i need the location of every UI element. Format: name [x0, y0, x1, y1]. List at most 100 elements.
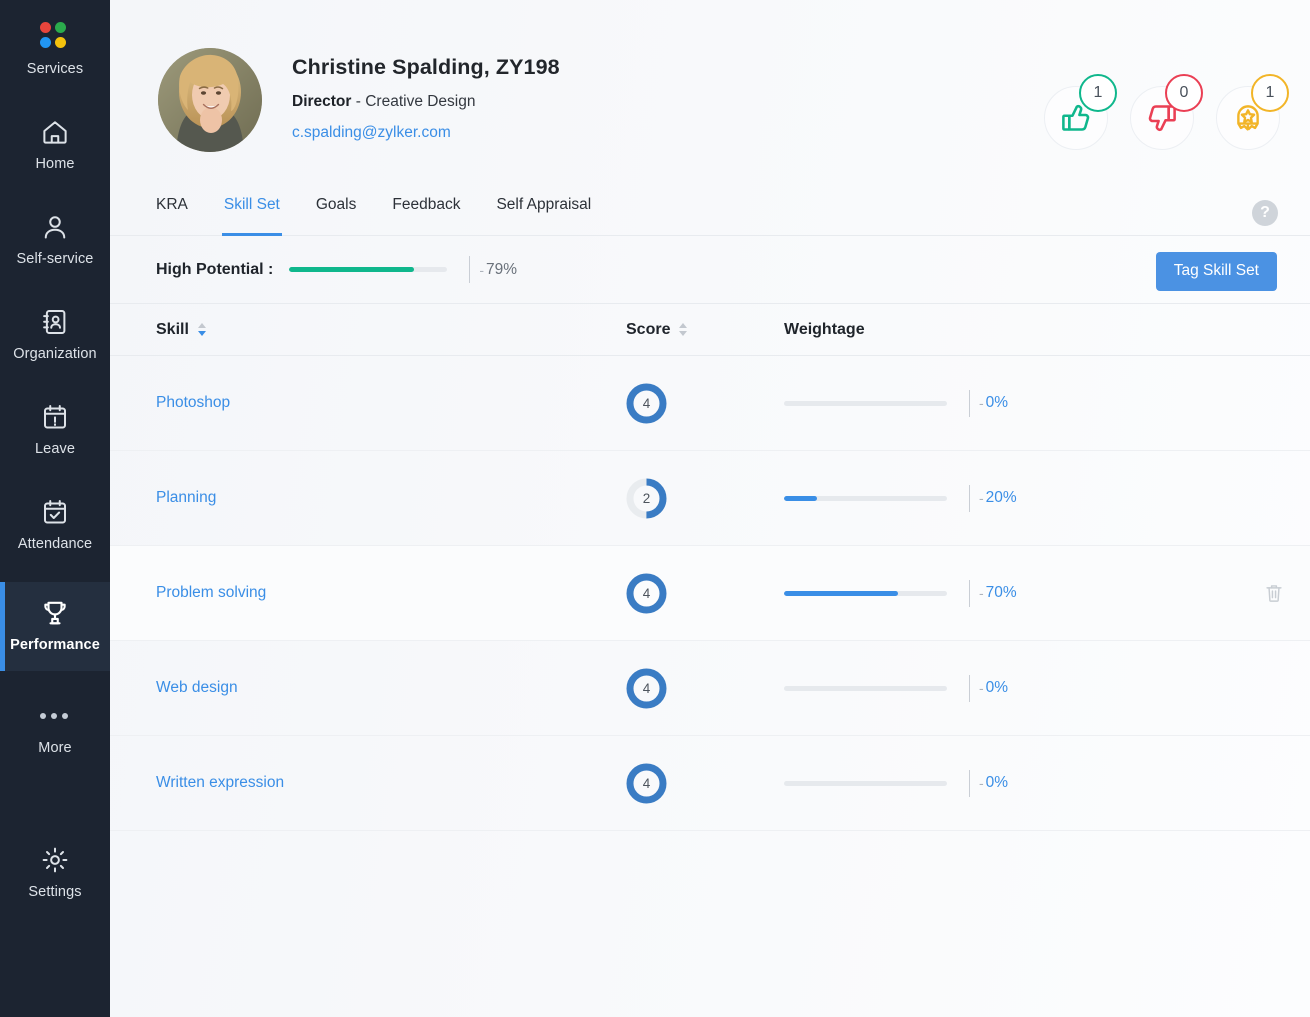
column-header-skill-label: Skill: [156, 320, 189, 338]
help-icon[interactable]: ?: [1252, 200, 1278, 226]
table-row[interactable]: Written expression 4 - 0%: [110, 736, 1310, 831]
ellipsis-icon: [40, 701, 70, 731]
score-value: 2: [642, 490, 651, 506]
score-value: 4: [642, 775, 651, 791]
trophy-icon: [40, 598, 70, 628]
sidebar-label-home: Home: [35, 156, 75, 172]
weightage-meter: [784, 780, 947, 786]
high-potential-dash: -: [479, 261, 484, 278]
sidebar-item-self-service[interactable]: Self-service: [0, 202, 110, 279]
skill-set-table: Skill Score Weightage Photoshop 4 - 0% P…: [110, 304, 1310, 831]
sidebar-label-performance: Performance: [10, 637, 100, 653]
main-content: Christine Spalding, ZY198 Director - Cre…: [110, 0, 1310, 1017]
feedback-badges: 1 0 1: [1044, 74, 1289, 150]
weightage-dash: -: [979, 395, 984, 411]
gear-icon: [40, 845, 70, 875]
thumbs-down-count: 0: [1165, 74, 1203, 112]
meter-separator: [469, 256, 471, 283]
sidebar-item-home[interactable]: Home: [0, 107, 110, 184]
award-badge[interactable]: 1: [1216, 74, 1289, 150]
score-ring: 4: [626, 383, 667, 424]
weightage-dash: -: [979, 680, 984, 696]
thumbs-up-badge[interactable]: 1: [1044, 74, 1117, 150]
weightage-separator: [969, 769, 970, 797]
table-row[interactable]: Planning 2 - 20%: [110, 451, 1310, 546]
high-potential-meter: [289, 267, 448, 272]
column-header-score[interactable]: Score: [626, 321, 784, 339]
weightage-cell: - 0%: [784, 674, 1009, 702]
skill-cell: Problem solving: [156, 584, 626, 602]
sort-skill-icon[interactable]: [197, 323, 206, 336]
skill-link[interactable]: Web design: [156, 679, 238, 696]
table-row[interactable]: Web design 4 - 0%: [110, 641, 1310, 736]
thumbs-down-badge[interactable]: 0: [1130, 74, 1203, 150]
high-potential-label: High Potential :: [156, 260, 274, 278]
tab-self-appraisal[interactable]: Self Appraisal: [496, 188, 591, 236]
column-header-score-label: Score: [626, 320, 671, 338]
skill-cell: Web design: [156, 679, 626, 697]
tab-feedback[interactable]: Feedback: [392, 188, 460, 236]
sort-score-icon[interactable]: [679, 323, 688, 336]
sidebar-item-organization[interactable]: Organization: [0, 297, 110, 374]
weightage-meter: [784, 685, 947, 691]
sidebar-item-leave[interactable]: Leave: [0, 392, 110, 469]
column-header-skill[interactable]: Skill: [156, 321, 626, 339]
score-ring: 2: [626, 478, 667, 519]
score-cell: 2: [626, 478, 784, 519]
weightage-meter: [784, 400, 947, 406]
user-icon: [40, 212, 70, 242]
profile-role: Director - Creative Design: [292, 93, 560, 111]
score-cell: 4: [626, 763, 784, 804]
weightage-dash: -: [979, 585, 984, 601]
weightage-cell: - 0%: [784, 389, 1008, 417]
award-count: 1: [1251, 74, 1289, 112]
address-book-icon: [40, 307, 70, 337]
tab-kra[interactable]: KRA: [156, 188, 188, 236]
services-dots-icon: [40, 22, 70, 52]
high-potential-strip: High Potential : - 79% Tag Skill Set: [110, 236, 1310, 304]
weightage-value: 0%: [985, 679, 1009, 696]
calendar-alert-icon: [40, 402, 70, 432]
weightage-dash: -: [979, 775, 984, 791]
sidebar-item-settings[interactable]: Settings: [0, 835, 110, 912]
trash-icon[interactable]: [1263, 582, 1285, 604]
score-ring: 4: [626, 573, 667, 614]
sidebar-item-attendance[interactable]: Attendance: [0, 487, 110, 564]
tag-skill-set-button[interactable]: Tag Skill Set: [1155, 252, 1277, 291]
sidebar-label-leave: Leave: [34, 441, 75, 457]
app-root: Services Home Self-service Organization …: [0, 0, 1310, 1017]
score-cell: 4: [626, 668, 784, 709]
score-cell: 4: [626, 383, 784, 424]
score-value: 4: [642, 585, 651, 601]
weightage-cell: - 20%: [784, 484, 1017, 512]
weightage-value: 70%: [985, 584, 1017, 601]
skill-link[interactable]: Written expression: [156, 774, 284, 791]
profile-name: Christine Spalding, ZY198: [292, 55, 560, 79]
weightage-separator: [969, 579, 970, 607]
sidebar-label-more: More: [38, 740, 72, 756]
table-row[interactable]: Problem solving 4 - 70%: [110, 546, 1310, 641]
skill-link[interactable]: Planning: [156, 489, 216, 506]
thumbs-up-count: 1: [1079, 74, 1117, 112]
profile-department: Creative Design: [365, 93, 476, 110]
tab-skill-set[interactable]: Skill Set: [221, 188, 282, 236]
sidebar-item-performance[interactable]: Performance: [0, 582, 110, 671]
high-potential-value: 79%: [486, 260, 518, 278]
sidebar-label-settings: Settings: [28, 884, 82, 900]
skill-link[interactable]: Problem solving: [156, 584, 266, 601]
column-header-weightage: Weightage: [784, 320, 865, 338]
weightage-value: 20%: [985, 489, 1017, 506]
sidebar-label-organization: Organization: [13, 346, 97, 362]
skill-cell: Written expression: [156, 774, 626, 792]
sidebar-label-attendance: Attendance: [17, 536, 93, 552]
profile-text: Christine Spalding, ZY198 Director - Cre…: [292, 48, 560, 142]
weightage-value: 0%: [985, 774, 1009, 791]
weightage-separator: [969, 674, 970, 702]
tab-goals[interactable]: Goals: [316, 188, 357, 236]
sidebar-item-services[interactable]: Services: [0, 12, 110, 89]
profile-email[interactable]: c.spalding@zylker.com: [292, 124, 560, 142]
sidebar-item-more[interactable]: More: [0, 691, 110, 768]
skill-link[interactable]: Photoshop: [156, 394, 230, 411]
table-row[interactable]: Photoshop 4 - 0%: [110, 356, 1310, 451]
